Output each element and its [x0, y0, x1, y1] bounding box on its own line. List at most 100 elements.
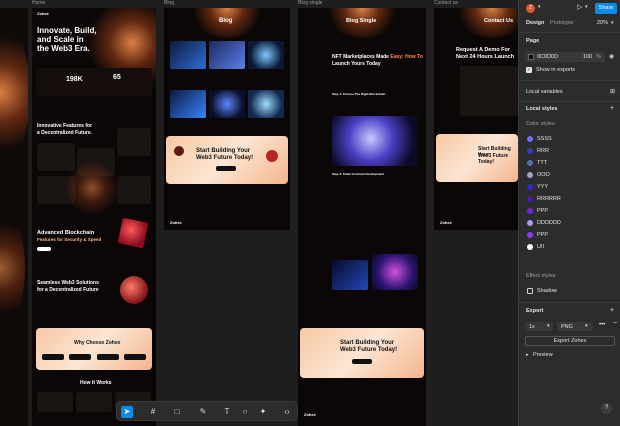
present-chevron-icon[interactable]: ▾: [585, 4, 588, 10]
color-style-item[interactable]: DDDDDD: [519, 217, 620, 229]
move-tool-icon[interactable]: ➤: [121, 406, 133, 418]
add-style-icon[interactable]: +: [610, 105, 614, 112]
panel-topbar: Z ▾ ▷ ▾ Share: [519, 0, 620, 18]
color-style-item[interactable]: RRR: [519, 145, 620, 157]
frame-label-blog[interactable]: Blog: [164, 0, 174, 6]
export-button[interactable]: Export Zohex: [525, 336, 615, 346]
frame-tool-icon[interactable]: #: [147, 406, 159, 418]
features-title-line-1: Innovative Features for: [37, 123, 92, 129]
hero-title-line-3: the Web3 Era.: [37, 44, 90, 53]
hero-glow: [0, 18, 28, 168]
post-step-1: Step 1: Choose The Right Blockchain: [332, 92, 386, 96]
local-variables-icon[interactable]: ⊞: [610, 88, 615, 95]
zoom-chevron-icon[interactable]: ▾: [611, 20, 614, 26]
dev-mode-icon[interactable]: ‹›: [281, 406, 293, 418]
pen-tool-icon[interactable]: ✎: [197, 406, 209, 418]
page-fill-swatch[interactable]: [528, 54, 534, 60]
post-title-line-2: Launch Yours Today: [332, 61, 381, 67]
export-format-value: PNG: [561, 323, 573, 330]
tab-prototype[interactable]: Prototype: [550, 20, 574, 26]
frame-home[interactable]: Zohex Innovate, Build, and Scale in the …: [32, 8, 156, 426]
color-style-item[interactable]: SSSS: [519, 133, 620, 145]
blog-thumb-3[interactable]: [248, 41, 284, 69]
color-style-name: DDDDDD: [537, 220, 561, 226]
blog-footer-logo[interactable]: Zohex: [170, 220, 182, 225]
avatar-letter: Z: [528, 5, 533, 11]
divider: [519, 80, 620, 81]
preview-chevron-icon: ▸: [526, 352, 529, 358]
remove-export-icon[interactable]: −: [613, 320, 617, 327]
blog-thumb-1[interactable]: [170, 41, 206, 69]
blog-thumb-4[interactable]: [170, 90, 206, 118]
blog-single-footer-logo[interactable]: Zohex: [304, 412, 316, 417]
partial-frame-left[interactable]: [0, 8, 28, 426]
share-label: Share: [598, 5, 614, 11]
color-style-item[interactable]: UII: [519, 241, 620, 253]
share-button[interactable]: Share: [595, 3, 617, 14]
color-style-item[interactable]: PPP: [519, 229, 620, 241]
color-style-item[interactable]: PPP: [519, 205, 620, 217]
frame-contact[interactable]: Contact Us Request A Demo For Next 24 Ho…: [434, 8, 518, 230]
color-style-item[interactable]: TTT: [519, 157, 620, 169]
add-export-icon[interactable]: +: [610, 307, 614, 314]
color-style-name: YYY: [537, 184, 549, 190]
feature-card-3: [117, 128, 151, 156]
color-style-item[interactable]: YYY: [519, 181, 620, 193]
page-fill-hex[interactable]: 0C0D0D: [537, 54, 558, 60]
frame-label-contact[interactable]: Contact us: [434, 0, 458, 6]
divider: [519, 101, 620, 102]
export-scale-select[interactable]: 1x ▾: [525, 322, 553, 331]
local-variables-label[interactable]: Local variables: [526, 89, 563, 95]
present-icon[interactable]: ▷: [577, 3, 582, 11]
features-glow: [67, 158, 117, 218]
post-title-accent: Easy: How To: [390, 54, 423, 60]
user-avatar[interactable]: Z: [526, 4, 535, 13]
help-button[interactable]: ?: [601, 403, 612, 414]
frame-blog[interactable]: Blog Start Building Your Web3 Future Tod…: [164, 8, 290, 230]
page-fill-opacity[interactable]: 100: [583, 54, 592, 60]
show-in-exports-checkbox[interactable]: ✓: [526, 67, 532, 73]
actions-tool-icon[interactable]: ✦: [257, 406, 269, 418]
blog-single-cta-button[interactable]: [352, 359, 372, 364]
page-fill-field[interactable]: 0C0D0D 100 %: [525, 52, 605, 62]
blog-thumb-6[interactable]: [248, 90, 284, 118]
rectangle-tool-icon[interactable]: □: [171, 406, 183, 418]
avatar-chevron-icon[interactable]: ▾: [538, 4, 541, 10]
post-image-right: [372, 254, 418, 290]
home-logo[interactable]: Zohex: [37, 11, 49, 16]
export-format-chevron-icon: ▾: [585, 323, 588, 329]
text-tool-icon[interactable]: T: [221, 406, 233, 418]
contact-footer-logo[interactable]: Zohex: [440, 220, 452, 225]
design-canvas[interactable]: Home Zohex Innovate, Build, and Scale in…: [0, 0, 518, 426]
blog-thumb-5[interactable]: [209, 90, 245, 118]
frame-label-blog-single[interactable]: Blog single: [298, 0, 322, 6]
blog-thumb-2[interactable]: [209, 41, 245, 69]
why-choose-title: Why Choose Zohex: [74, 340, 121, 346]
why-item-4: [124, 354, 146, 360]
features-title-text-1: Innovative Features for: [37, 123, 93, 129]
blog-cta-button[interactable]: [216, 166, 236, 171]
seamless-title-line-1: Seamless Web3 Solutions: [37, 280, 99, 286]
comment-tool-icon[interactable]: ○: [239, 406, 251, 418]
color-style-name: UII: [537, 244, 545, 250]
effect-style-item[interactable]: Shadow: [519, 285, 620, 297]
zoom-level[interactable]: 20%: [597, 20, 608, 26]
export-more-icon[interactable]: •••: [599, 322, 605, 328]
tab-design[interactable]: Design: [526, 20, 544, 26]
preview-toggle[interactable]: ▸ Preview: [525, 351, 585, 360]
frame-label-home[interactable]: Home: [32, 0, 45, 6]
advanced-cta-button[interactable]: [37, 247, 51, 251]
color-style-item[interactable]: OOO: [519, 169, 620, 181]
stat-card: 198K 65: [36, 68, 152, 96]
post-title-line-1: NFT Marketplaces Made Easy: How To: [332, 54, 423, 60]
contact-cta-title-2: Web3 Future Today!: [478, 153, 509, 165]
post-hero-image: [332, 116, 418, 166]
export-format-select[interactable]: PNG ▾: [557, 322, 593, 331]
color-style-item[interactable]: RRRRRR: [519, 193, 620, 205]
contact-form-title-2: Next 24 Hours Launch: [456, 54, 515, 60]
color-swatch: [527, 232, 533, 238]
eye-icon[interactable]: ◉: [609, 53, 614, 60]
frame-blog-single[interactable]: Blog Single NFT Marketplaces Made Easy: …: [298, 8, 426, 426]
blog-header-title: Blog: [219, 18, 233, 24]
blog-single-header-title: Blog Single: [346, 18, 377, 24]
